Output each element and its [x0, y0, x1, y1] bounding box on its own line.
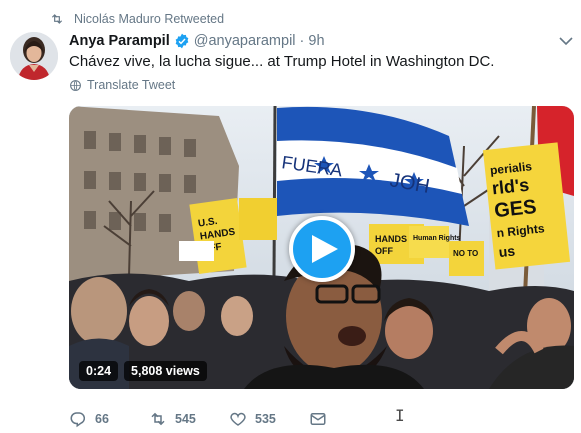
video-duration: 0:24 — [79, 361, 119, 381]
svg-text:Human Rights: Human Rights — [413, 235, 461, 242]
author-name[interactable]: Anya Parampil — [69, 33, 170, 49]
retweet-context-label: Nicolás Maduro Retweeted — [74, 12, 225, 26]
svg-text:HANDS: HANDS — [375, 234, 407, 244]
text-cursor-icon: I — [395, 406, 405, 425]
author-handle[interactable]: @anyaparampil — [194, 33, 296, 49]
avatar[interactable] — [10, 32, 58, 80]
video-player[interactable]: FUERA JOH U.S. HANDS OFF perialis rld's … — [69, 106, 574, 389]
play-button[interactable] — [289, 216, 355, 282]
reply-button[interactable]: 66 — [69, 410, 149, 428]
heart-icon — [230, 412, 246, 426]
retweet-icon — [51, 14, 63, 24]
like-button[interactable]: 535 — [229, 410, 309, 428]
video-stats: 0:24 5,808 views — [79, 360, 207, 382]
globe-icon — [70, 79, 81, 91]
play-icon — [311, 235, 338, 263]
retweet-icon — [151, 412, 165, 426]
header-separator: · — [299, 33, 305, 49]
translate-label: Translate Tweet — [87, 78, 176, 92]
svg-text:us: us — [498, 242, 516, 260]
reply-icon — [70, 412, 86, 428]
retweet-button[interactable]: 545 — [149, 410, 229, 428]
like-count: 535 — [255, 412, 276, 426]
tweet-timestamp[interactable]: 9h — [308, 33, 324, 49]
translate-tweet-link[interactable]: Translate Tweet — [69, 78, 175, 92]
tweet-text: Chávez vive, la lucha sigue... at Trump … — [69, 53, 495, 70]
chevron-down-icon[interactable] — [559, 36, 573, 46]
tweet-actions: 66 545 535 — [69, 410, 327, 428]
verified-badge-icon — [175, 33, 189, 49]
svg-text:GES: GES — [493, 196, 537, 222]
svg-text:rld's: rld's — [491, 175, 530, 199]
envelope-icon — [310, 413, 326, 425]
retweet-context[interactable]: Nicolás Maduro Retweeted — [50, 10, 224, 28]
direct-message-button[interactable] — [309, 410, 327, 428]
retweet-count: 545 — [175, 412, 196, 426]
reply-count: 66 — [95, 412, 109, 426]
svg-text:OFF: OFF — [375, 246, 393, 256]
video-views: 5,808 views — [124, 361, 207, 381]
svg-text:NO TO: NO TO — [453, 249, 478, 258]
tweet-header: Anya Parampil @anyaparampil · 9h — [69, 32, 561, 50]
